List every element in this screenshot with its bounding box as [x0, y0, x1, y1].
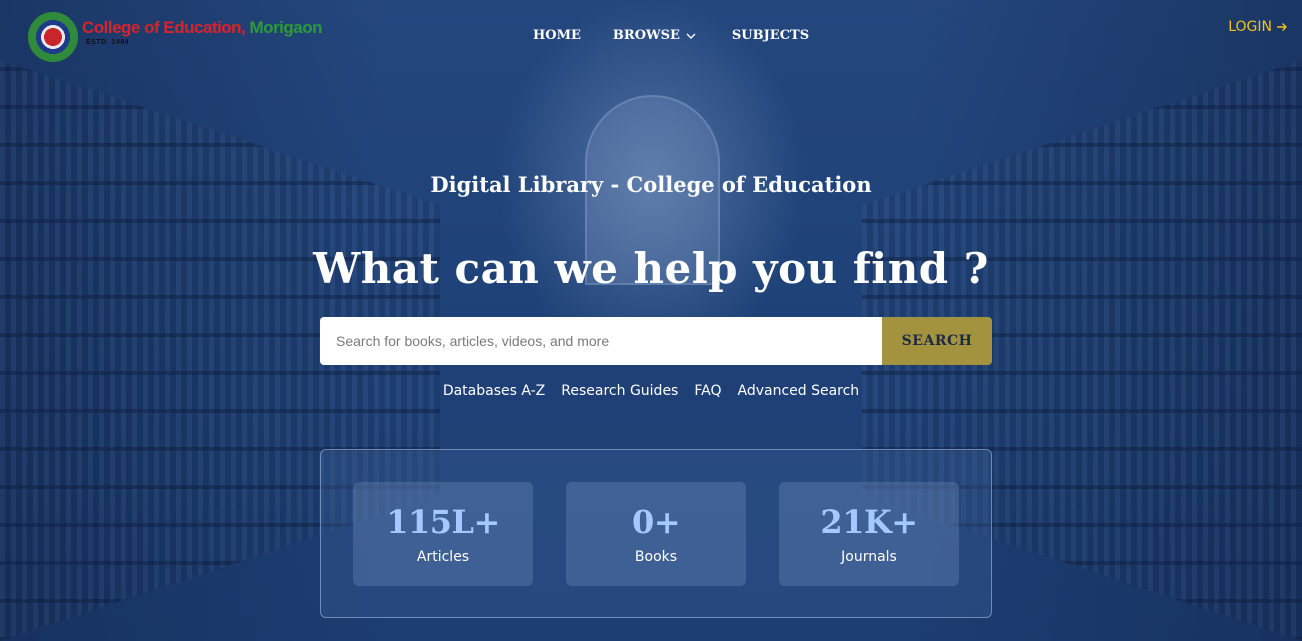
nav-subjects[interactable]: SUBJECTS	[732, 28, 809, 43]
stat-value: 21K+	[820, 502, 918, 541]
arrow-right-icon	[1277, 23, 1287, 31]
chevron-down-icon	[686, 33, 696, 39]
logo-text: College of Education, Morigaon ESTD. 199…	[82, 18, 323, 46]
stat-label: Articles	[416, 548, 470, 565]
login-link[interactable]: LOGIN	[1228, 19, 1288, 35]
search-input[interactable]	[320, 317, 882, 365]
nav-subjects-label: SUBJECTS	[731, 28, 810, 43]
college-emblem-icon	[28, 12, 78, 62]
stat-articles: 115L+ Articles	[353, 481, 533, 586]
nav-home-label: HOME	[533, 28, 581, 43]
stat-label: Books	[634, 548, 678, 565]
login-label: LOGIN	[1228, 19, 1272, 35]
hero-subtitle: Digital Library - College of Education	[430, 172, 872, 197]
link-databases-a-z[interactable]: Databases A-Z	[443, 383, 545, 399]
site-header: College of Education, Morigaon ESTD. 199…	[0, 0, 1302, 70]
search-bar: SEARCH	[320, 317, 992, 365]
hero-headline: What can we help you find ?	[313, 244, 989, 293]
stat-value: 115L+	[386, 502, 500, 541]
logo-estd: ESTD. 1994	[86, 39, 130, 46]
stat-value: 0+	[631, 502, 681, 541]
link-faq[interactable]: FAQ	[694, 383, 721, 399]
logo-name: College of Education, Morigaon	[82, 18, 323, 38]
stat-label: Journals	[841, 548, 897, 565]
nav-browse-label: BROWSE	[612, 28, 680, 43]
stat-books: 0+ Books	[566, 481, 746, 586]
nav-home[interactable]: HOME	[533, 28, 581, 43]
link-advanced-search[interactable]: Advanced Search	[737, 383, 859, 399]
site-logo[interactable]: College of Education, Morigaon ESTD. 199…	[28, 12, 323, 62]
link-research-guides[interactable]: Research Guides	[561, 383, 678, 399]
main-nav: HOME BROWSE SUBJECTS	[533, 28, 809, 43]
quick-links: Databases A-Z Research Guides FAQ Advanc…	[0, 383, 1302, 399]
logo-name-part1: College of Education,	[82, 18, 246, 37]
stats-panel: 115L+ Articles 0+ Books 21K+ Journals	[320, 449, 992, 618]
search-button[interactable]: SEARCH	[882, 317, 992, 365]
stat-journals: 21K+ Journals	[779, 481, 959, 586]
logo-name-part2: Morigaon	[245, 18, 323, 37]
nav-browse[interactable]: BROWSE	[613, 28, 696, 43]
